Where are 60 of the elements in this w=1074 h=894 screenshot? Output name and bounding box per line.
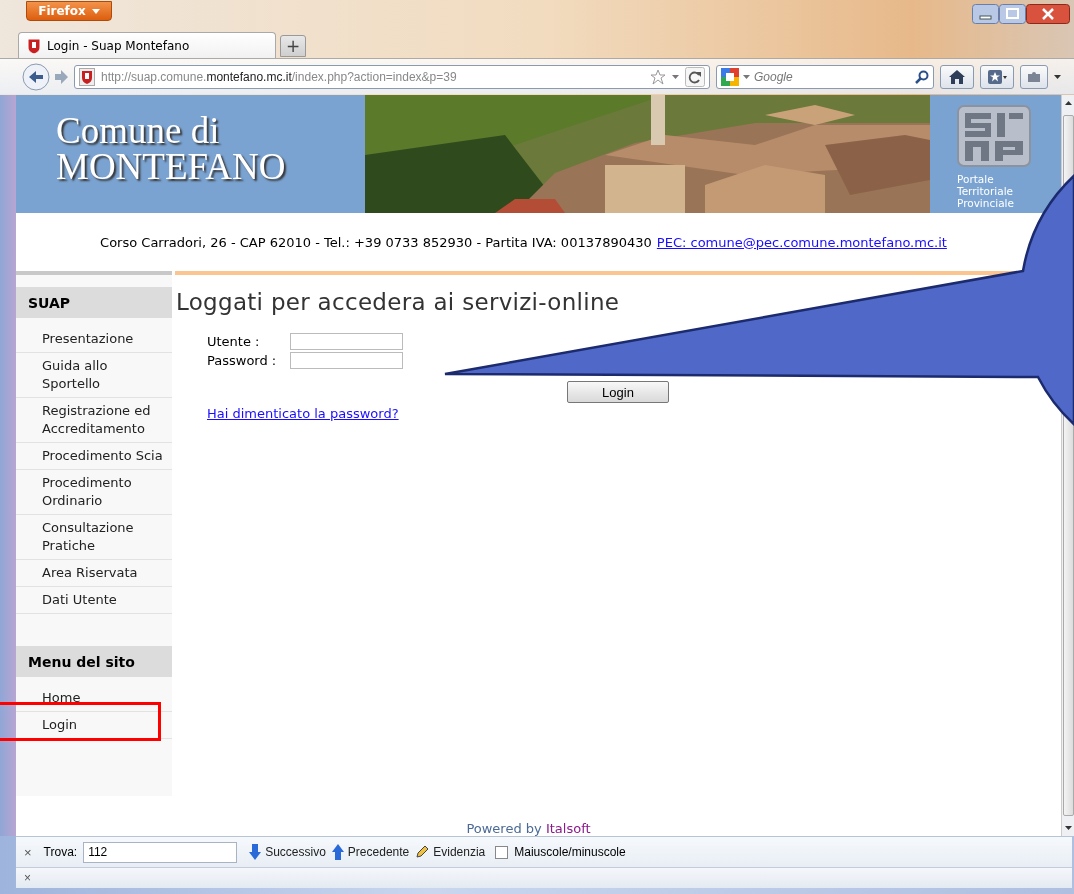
minimize-icon[interactable] bbox=[972, 4, 999, 24]
close-icon[interactable] bbox=[1026, 4, 1070, 24]
find-label: Trova: bbox=[43, 845, 78, 859]
up-arrow-icon bbox=[331, 844, 344, 860]
browser-tab[interactable]: Login - Suap Montefano bbox=[18, 32, 276, 58]
footer-text: Powered by Italsoft bbox=[466, 821, 591, 836]
reload-icon[interactable] bbox=[685, 66, 705, 87]
address-text: Corso Carradori, 26 - CAP 62010 - Tel.: +39 0733 852930 - Partita IVA: 00137890430 bbox=[100, 234, 652, 250]
close-button[interactable]: × bbox=[24, 871, 31, 885]
menu-item[interactable]: Login bbox=[16, 712, 172, 739]
bookmarks-button[interactable] bbox=[980, 64, 1014, 89]
star-icon bbox=[987, 68, 1007, 85]
site-title: Comune di MONTEFANO bbox=[55, 109, 287, 189]
menu-item[interactable]: Registrazione ed Accreditamento bbox=[16, 398, 172, 443]
find-next-button[interactable]: Successivo bbox=[249, 844, 326, 860]
input-field[interactable] bbox=[290, 333, 403, 350]
search-box[interactable]: Google bbox=[716, 64, 934, 89]
find-field[interactable]: 112 bbox=[83, 841, 238, 863]
menu-item[interactable]: Home bbox=[16, 685, 172, 712]
find-previous-button[interactable]: Precedente bbox=[331, 844, 410, 860]
add-on-button[interactable] bbox=[1020, 64, 1048, 89]
menu-item[interactable]: Procedimento Scia bbox=[16, 443, 172, 470]
section-header: SUAP bbox=[16, 287, 172, 318]
logo-caption: Portale Territoriale Provinciale bbox=[957, 173, 1014, 209]
checkbox[interactable] bbox=[495, 845, 509, 859]
down-arrow-icon bbox=[1064, 826, 1072, 830]
field-label: Utente : bbox=[207, 334, 261, 349]
find-highlight-button[interactable]: Evidenzia bbox=[415, 845, 486, 859]
menu-item[interactable]: Guida allo Sportello bbox=[16, 353, 172, 398]
input-field[interactable] bbox=[290, 352, 403, 369]
checkbox-label: Maiuscole/minuscole bbox=[514, 845, 626, 859]
shield-icon bbox=[27, 37, 41, 54]
url-text: http://suap.comune.montefano.mc.it/index.php?action=index&p=39 bbox=[101, 69, 457, 84]
shield-icon bbox=[79, 67, 95, 86]
menu-item[interactable]: Dati Utente bbox=[16, 587, 172, 614]
back-icon[interactable] bbox=[22, 62, 52, 91]
new-tab-button[interactable]: + bbox=[280, 35, 306, 57]
down-arrow-icon bbox=[249, 844, 262, 860]
email-link[interactable]: PEC: comune@pec.comune.montefano.mc.it bbox=[656, 234, 947, 250]
star-icon[interactable] bbox=[650, 68, 666, 85]
up-arrow-icon bbox=[1064, 101, 1072, 105]
pencil-icon bbox=[415, 845, 430, 859]
section-header: Menu del sito bbox=[16, 646, 172, 677]
forgot-password-link[interactable]: Hai dimenticato la password? bbox=[207, 406, 399, 421]
menu-item[interactable]: Procedimento Ordinario bbox=[16, 470, 172, 515]
menu-item[interactable]: Area Riservata bbox=[16, 560, 172, 587]
caret-icon bbox=[91, 8, 100, 14]
caret-icon[interactable] bbox=[1054, 74, 1061, 79]
close-button[interactable]: × bbox=[24, 844, 38, 860]
menu-item[interactable]: Consultazione Pratiche bbox=[16, 515, 172, 560]
field-label: Password : bbox=[207, 353, 278, 368]
maximize-icon[interactable] bbox=[999, 4, 1026, 24]
menu-item[interactable]: Presentazione bbox=[16, 326, 172, 353]
page-heading: Loggati per accedera ai servizi-online bbox=[176, 289, 621, 315]
search-icon[interactable] bbox=[915, 69, 929, 84]
login-button[interactable]: Login bbox=[567, 381, 669, 403]
home-icon bbox=[949, 69, 965, 84]
address-field[interactable]: http://suap.comune.montefano.mc.it/index.php?action=index&p=39 bbox=[74, 64, 710, 89]
caret-icon bbox=[743, 74, 750, 79]
home-button[interactable] bbox=[940, 64, 974, 89]
